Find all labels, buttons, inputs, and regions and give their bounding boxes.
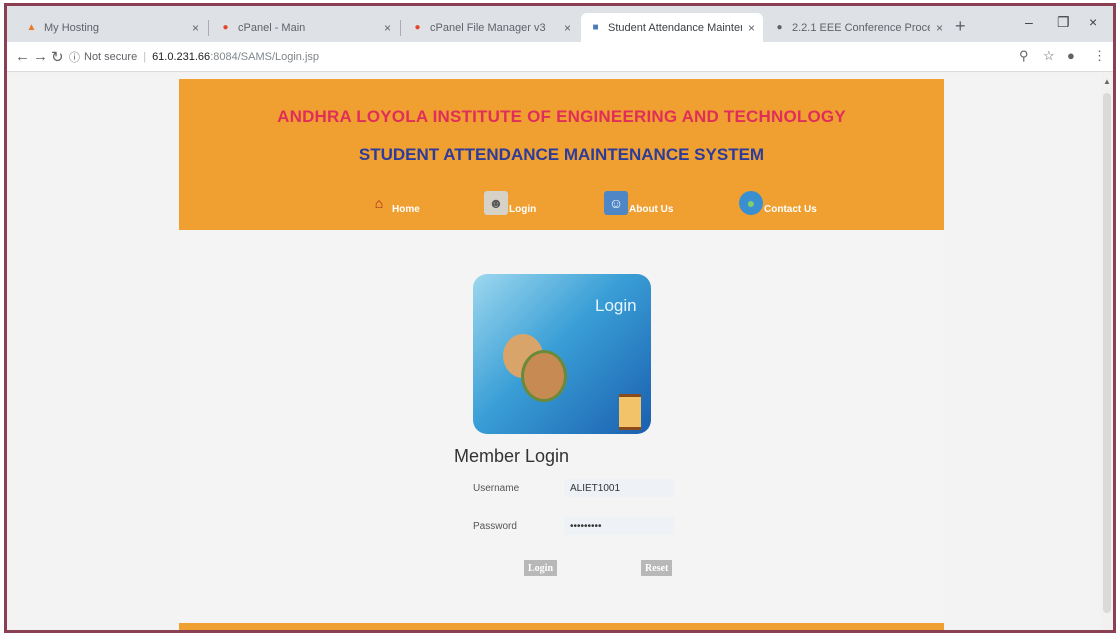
menu-icon[interactable]: ⋮ [1093,48,1106,64]
nav-about-us[interactable]: ☺ About Us [604,191,673,215]
nav-contact-us[interactable]: ● Contact Us [739,191,817,215]
back-icon[interactable]: ← [15,48,30,65]
new-tab-icon[interactable]: + [955,16,966,37]
tab-title: 2.2.1 EEE Conference Proceedi [792,21,930,34]
site-container: ANDHRA LOYOLA INSTITUTE OF ENGINEERING A… [179,79,944,630]
tab-eee-conference[interactable]: ● 2.2.1 EEE Conference Proceedi × [765,13,951,42]
tab-my-hosting[interactable]: ▲ My Hosting × [17,13,207,42]
tab-title: cPanel - Main [238,21,306,34]
system-title: STUDENT ATTENDANCE MAINTENANCE SYSTEM [358,145,765,164]
globe-icon: ● [776,22,783,33]
password-input[interactable] [564,517,674,535]
close-tab-icon[interactable]: × [748,21,755,35]
page-scrollbar[interactable]: ▲ [1101,73,1113,630]
nav-about-label: About Us [629,204,674,215]
scroll-thumb[interactable] [1103,93,1111,613]
site-header: ANDHRA LOYOLA INSTITUTE OF ENGINEERING A… [179,79,944,230]
page-viewport: ANDHRA LOYOLA INSTITUTE OF ENGINEERING A… [7,73,1101,630]
profile-icon[interactable]: ● [1067,48,1075,63]
tab-title: My Hosting [44,21,100,34]
password-label: Password [473,521,517,532]
restore-icon[interactable]: ❐ [1057,14,1070,31]
site-footer [179,623,944,630]
username-label: Username [473,483,520,494]
user-avatar-icon [521,350,567,402]
tab-student-attendance[interactable]: ■ Student Attendance Maintena × [581,13,763,42]
nav-login[interactable]: ☻ Login [484,191,536,215]
reset-button[interactable]: Reset [641,560,673,576]
screenshot-frame: ▲ My Hosting × ● cPanel - Main × ● cPane… [4,3,1116,633]
hourglass-icon [619,394,641,430]
page-icon: ■ [592,22,599,33]
tab-title: cPanel File Manager v3 [430,21,546,34]
cpanel-icon: ● [414,22,421,33]
contact-icon: ● [739,191,763,215]
login-button[interactable]: Login [524,560,558,576]
member-login-title: Member Login [454,446,570,466]
key-icon[interactable]: ⚲ [1019,48,1029,64]
reload-icon[interactable]: ↻ [51,48,64,66]
cpanel-icon: ● [222,22,229,33]
forward-icon[interactable]: → [33,48,48,65]
security-label: Not secure [84,51,138,63]
nav-home[interactable]: ⌂ Home [367,191,420,215]
tab-title: Student Attendance Maintena [608,21,742,34]
url-path: :8084/SAMS/Login.jsp [210,51,320,63]
close-tab-icon[interactable]: × [936,21,943,35]
tab-divider [400,20,401,36]
close-tab-icon[interactable]: × [192,21,199,35]
login-icon: ☻ [484,191,508,215]
info-icon[interactable]: ⓘ [69,49,80,65]
close-tab-icon[interactable]: × [384,21,391,35]
star-icon[interactable]: ☆ [1043,48,1055,64]
institute-name: ANDHRA LOYOLA INSTITUTE OF ENGINEERING A… [277,107,846,126]
nav-home-label: Home [392,204,420,215]
tab-strip: ▲ My Hosting × ● cPanel - Main × ● cPane… [7,6,1113,42]
login-banner-text: Login [595,296,637,315]
close-window-icon[interactable]: × [1089,14,1097,30]
tab-divider [208,20,209,36]
close-tab-icon[interactable]: × [564,21,571,35]
username-input[interactable] [564,479,674,497]
nav-contact-label: Contact Us [764,204,817,215]
tab-cpanel-main[interactable]: ● cPanel - Main × [211,13,399,42]
home-icon: ⌂ [374,195,384,211]
minimize-icon[interactable]: – [1025,14,1033,30]
about-icon: ☺ [604,191,628,215]
hosting-icon: ▲ [26,22,37,33]
scroll-up-icon[interactable]: ▲ [1103,77,1111,86]
tab-cpanel-file-manager[interactable]: ● cPanel File Manager v3 × [403,13,579,42]
url-host: 61.0.231.66 [152,51,211,63]
separator: | [143,51,147,63]
nav-login-label: Login [509,204,537,215]
login-banner-image: Login [473,274,651,434]
address-bar[interactable]: ⓘ Not secure | 61.0.231.66:8084/SAMS/Log… [69,47,999,67]
browser-toolbar: ← → ↻ ⓘ Not secure | 61.0.231.66:8084/SA… [7,42,1113,72]
